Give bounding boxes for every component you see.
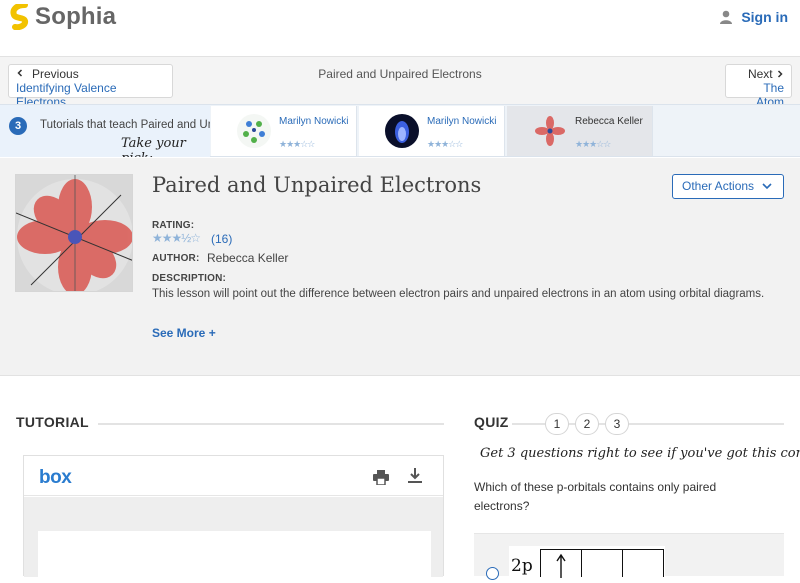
orbital-box — [540, 549, 582, 578]
tutorial-rating: ★★★☆☆ — [427, 139, 463, 149]
lesson-nav-bar: Paired and Unpaired Electrons Previous I… — [0, 57, 800, 109]
next-label: Next — [747, 67, 773, 81]
see-more-link[interactable]: See More + — [152, 326, 216, 340]
answer-option[interactable]: 2p — [474, 533, 784, 580]
sophia-logo-icon — [10, 4, 29, 30]
site-header: Sophia Sign in — [0, 0, 800, 57]
previous-lesson-button[interactable]: Previous Identifying Valence Electrons — [8, 64, 173, 109]
quiz-question-text: Which of these p-orbitals contains only … — [474, 480, 717, 513]
quiz-heading: QUIZ — [474, 414, 509, 430]
tutorial-rating: ★★★☆☆ — [575, 139, 611, 149]
orbital-label: 2p — [511, 556, 533, 576]
tutorial-picker: 3 Tutorials that teach Paired and Unpair… — [0, 104, 800, 157]
tutorial-author: Marilyn Nowicki — [427, 116, 497, 127]
rating-count[interactable]: (16) — [211, 232, 232, 246]
tutorial-card-selected[interactable]: Rebecca Keller ★★★☆☆ — [507, 106, 653, 156]
picker-intro-text: Tutorials that teach Paired and Unpaired… — [40, 119, 210, 131]
lesson-info: Paired and Unpaired Electrons Other Acti… — [0, 158, 800, 376]
picker-intro: 3 Tutorials that teach Paired and Unpair… — [0, 105, 210, 157]
sign-in-label: Sign in — [741, 9, 788, 25]
tutorial-card[interactable]: Marilyn Nowicki ★★★☆☆ — [359, 106, 505, 156]
quiz-question-1[interactable]: 1 — [545, 413, 569, 435]
chevron-right-icon — [777, 70, 783, 78]
download-icon[interactable] — [408, 468, 422, 484]
tutorial-heading: TUTORIAL — [16, 414, 89, 430]
chevron-down-icon — [762, 183, 772, 190]
quiz-question-2[interactable]: 2 — [575, 413, 599, 435]
answer-radio[interactable] — [486, 567, 499, 580]
orbital-box — [581, 549, 623, 577]
lesson-image — [15, 174, 133, 292]
tutorial-divider — [98, 423, 444, 425]
description-label: DESCRIPTION: — [152, 273, 227, 284]
sign-in-button[interactable]: Sign in — [719, 9, 788, 25]
tutorial-card[interactable]: Marilyn Nowicki ★★★☆☆ — [211, 106, 357, 156]
print-icon[interactable] — [373, 470, 389, 485]
viewer-toolbar: box — [24, 456, 443, 496]
lesson-title: Paired and Unpaired Electrons — [152, 173, 482, 197]
chevron-left-icon — [17, 69, 23, 77]
box-logo: box — [39, 467, 72, 488]
document-viewer[interactable]: box — [23, 455, 444, 577]
logo-wordmark: Sophia — [35, 3, 117, 30]
take-your-pick-label: Take your pick: — [121, 136, 186, 157]
lesson-description: This lesson will point out the differenc… — [152, 288, 765, 300]
tutorial-author: Marilyn Nowicki — [279, 116, 349, 127]
viewer-page — [38, 531, 431, 577]
orbital-box — [622, 549, 664, 577]
tutorial-rating: ★★★☆☆ — [279, 139, 315, 149]
tutorial-thumbnail — [533, 114, 567, 148]
tutorial-thumbnail — [237, 114, 271, 148]
next-lesson-button[interactable]: Next The Atom — [725, 64, 792, 109]
other-actions-label: Other Actions — [682, 179, 755, 193]
sophia-logo[interactable]: Sophia — [10, 3, 116, 31]
quiz-hint: Get 3 questions right to see if you've g… — [480, 446, 800, 461]
orbital-diagram: 2p — [509, 546, 665, 578]
author-label: AUTHOR: — [152, 253, 200, 264]
previous-label: Previous — [32, 67, 79, 81]
other-actions-dropdown[interactable]: Other Actions — [672, 174, 784, 199]
tutorial-author: Rebecca Keller — [575, 116, 643, 127]
rating-stars: ★★★½☆ — [152, 231, 201, 245]
quiz-question-3[interactable]: 3 — [605, 413, 629, 435]
author-name: Rebecca Keller — [207, 251, 289, 265]
user-icon — [720, 10, 733, 24]
up-arrow-icon — [556, 553, 566, 578]
tutorial-thumbnail — [385, 114, 419, 148]
tutorial-count-badge: 3 — [9, 117, 27, 135]
rating-label: RATING: — [152, 220, 195, 231]
